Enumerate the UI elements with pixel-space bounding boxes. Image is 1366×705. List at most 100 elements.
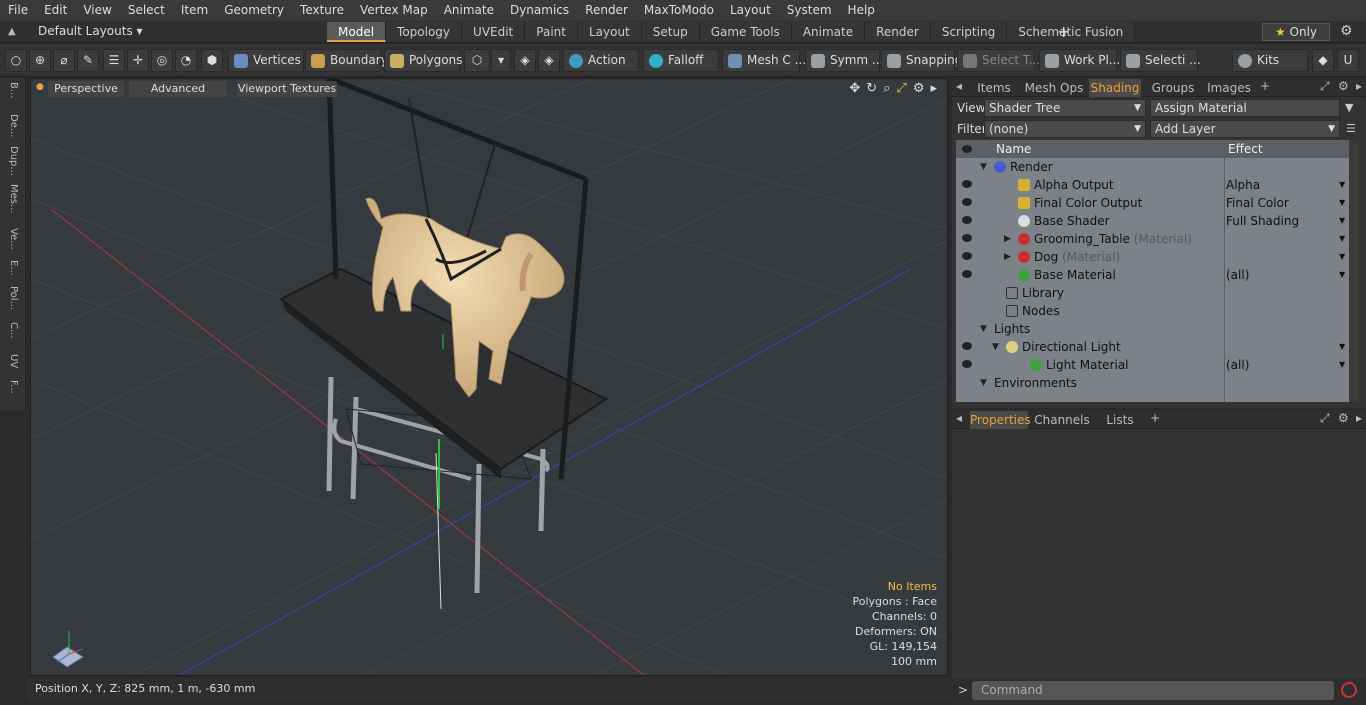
effect-chevron-down-icon[interactable]: ▼ (1339, 248, 1345, 266)
add-properties-tab-icon[interactable]: + (1150, 411, 1160, 425)
expand-right-icon[interactable]: ▶ (1004, 248, 1011, 266)
effect-chevron-down-icon[interactable]: ▼ (1339, 212, 1345, 230)
panel-gear-icon[interactable]: ⚙ (1338, 79, 1349, 93)
menu-maxtomodo[interactable]: MaxToModo (636, 0, 722, 21)
shader-row-environments[interactable]: ▼ Environments (956, 374, 1349, 392)
material-mode-icon[interactable]: ⬡ (464, 49, 490, 72)
menu-dynamics[interactable]: Dynamics (502, 0, 577, 21)
effect-chevron-down-icon[interactable]: ▼ (1339, 194, 1345, 212)
tab-channels[interactable]: Channels (1032, 411, 1092, 429)
shader-row-effect[interactable]: (all) (1226, 266, 1249, 284)
shader-row-effect[interactable]: Alpha (1226, 176, 1260, 194)
center-icon[interactable]: ✛ (127, 49, 149, 72)
shader-row-directional-light[interactable]: ▼ Directional Light ▼ (956, 338, 1349, 356)
menu-edit[interactable]: Edit (36, 0, 75, 21)
list-options-icon[interactable]: ☰ (1346, 122, 1356, 135)
align-icon[interactable]: ☰ (103, 49, 125, 72)
tab-game-tools[interactable]: Game Tools (699, 22, 792, 42)
menu-vertex-map[interactable]: Vertex Map (352, 0, 436, 21)
shader-row-lights[interactable]: ▼ Lights (956, 320, 1349, 338)
expand-properties-icon[interactable]: ⤢ (1320, 411, 1330, 426)
effect-chevron-down-icon[interactable]: ▼ (1339, 266, 1345, 284)
perspective-button[interactable]: Perspective (48, 81, 124, 97)
select-through-button[interactable]: Select T... (957, 49, 1040, 72)
viewport-menu-icon[interactable]: ▸ (930, 81, 937, 96)
tab-render[interactable]: Render (865, 22, 931, 42)
tab-properties[interactable]: Properties (970, 411, 1031, 429)
expand-right-icon[interactable]: ▶ (1004, 230, 1011, 248)
tab-schematic-fusion[interactable]: Schematic Fusion (1007, 22, 1136, 42)
visibility-eye-icon[interactable] (962, 198, 972, 206)
menu-animate[interactable]: Animate (436, 0, 502, 21)
brush-icon[interactable]: ✎ (77, 49, 99, 72)
menu-render[interactable]: Render (577, 0, 636, 21)
filter-dropdown[interactable]: (none) ▼ (984, 120, 1146, 138)
tab-scripting[interactable]: Scripting (930, 22, 1008, 42)
effect-chevron-down-icon[interactable]: ▼ (1339, 338, 1345, 356)
shader-row-base-shader[interactable]: Base Shader Full Shading ▼ (956, 212, 1349, 230)
tab-shading[interactable]: Shading (1089, 79, 1141, 97)
visibility-eye-icon[interactable] (962, 234, 972, 242)
circle-select-icon[interactable]: ○ (5, 49, 27, 72)
action-button[interactable]: Action (563, 49, 639, 72)
menu-select[interactable]: Select (120, 0, 173, 21)
snap-a-icon[interactable]: ◈ (514, 49, 536, 72)
shader-row-grooming-table[interactable]: ▶ Grooming_Table (Material) ▼ (956, 230, 1349, 248)
globe-icon[interactable]: ⊕ (29, 49, 51, 72)
falloff-button[interactable]: Falloff (643, 49, 719, 72)
selection-button[interactable]: Selecti ... (1120, 49, 1201, 72)
shader-row-effect[interactable]: Full Shading (1226, 212, 1299, 230)
tab-setup[interactable]: Setup (641, 22, 700, 42)
snap-b-icon[interactable]: ◈ (538, 49, 560, 72)
add-tab-icon[interactable]: + (1057, 22, 1070, 42)
visibility-eye-icon[interactable] (962, 180, 972, 188)
shader-row-base-material[interactable]: Base Material (all) ▼ (956, 266, 1349, 284)
work-plane-button[interactable]: Work Pl... (1039, 49, 1120, 72)
symmetry-button[interactable]: Symm ... (805, 49, 883, 72)
record-macro-icon[interactable] (1341, 682, 1357, 698)
name-column-header[interactable]: Name (996, 140, 1031, 158)
properties-menu-icon[interactable]: ◂ (956, 411, 962, 425)
kits-button[interactable]: Kits (1232, 49, 1308, 72)
shader-tree-scrollbar[interactable] (1349, 140, 1359, 402)
visibility-eye-icon[interactable] (962, 270, 972, 278)
expand-down-icon[interactable]: ▼ (980, 374, 987, 392)
menu-system[interactable]: System (779, 0, 840, 21)
effect-chevron-down-icon[interactable]: ▼ (1339, 230, 1345, 248)
mesh-constraint-button[interactable]: Mesh C ... (722, 49, 806, 72)
menu-item[interactable]: Item (173, 0, 216, 21)
orbit-icon[interactable]: ↻ (866, 81, 877, 96)
tab-animate[interactable]: Animate (791, 22, 866, 42)
shader-row-effect[interactable]: (all) (1226, 356, 1249, 374)
left-tab-1[interactable]: De... (4, 114, 22, 137)
visibility-eye-icon[interactable] (962, 252, 972, 260)
tab-uvedit[interactable]: UVEdit (462, 22, 526, 42)
view-dropdown[interactable]: Shader Tree ▼ (984, 99, 1146, 117)
expand-panel-icon[interactable]: ⤢ (1320, 79, 1330, 94)
home-icon[interactable]: ▲ (8, 26, 20, 38)
expand-down-icon[interactable]: ▼ (980, 158, 987, 176)
filter-funnel-icon[interactable]: ▼ (1345, 101, 1353, 114)
visibility-eye-icon[interactable] (962, 360, 972, 368)
tab-topology[interactable]: Topology (386, 22, 463, 42)
properties-more-icon[interactable]: ▸ (1356, 411, 1362, 425)
tab-images[interactable]: Images (1205, 79, 1253, 97)
left-tab-7[interactable]: C... (4, 322, 22, 339)
pen-icon[interactable]: ⌀ (53, 49, 75, 72)
visibility-eye-icon[interactable] (962, 216, 972, 224)
effect-chevron-down-icon[interactable]: ▼ (1339, 356, 1345, 374)
unreal-icon[interactable]: U (1337, 49, 1359, 72)
unity-icon[interactable]: ◆ (1312, 49, 1334, 72)
shader-row-final-color-output[interactable]: Final Color Output Final Color ▼ (956, 194, 1349, 212)
visibility-eye-icon[interactable] (962, 342, 972, 350)
tab-groups[interactable]: Groups (1144, 79, 1202, 97)
effect-chevron-down-icon[interactable]: ▼ (1339, 176, 1345, 194)
shader-row-dog[interactable]: ▶ Dog (Material) ▼ (956, 248, 1349, 266)
mode-dropdown-icon[interactable]: ▾ (491, 49, 511, 72)
expand-down-icon[interactable]: ▼ (980, 320, 987, 338)
left-tab-2[interactable]: Dup... (4, 146, 22, 176)
shader-row-alpha-output[interactable]: Alpha Output Alpha ▼ (956, 176, 1349, 194)
gear-icon[interactable]: ⚙ (1340, 23, 1353, 39)
maximize-icon[interactable]: ⤢ (896, 81, 906, 96)
menu-help[interactable]: Help (840, 0, 883, 21)
